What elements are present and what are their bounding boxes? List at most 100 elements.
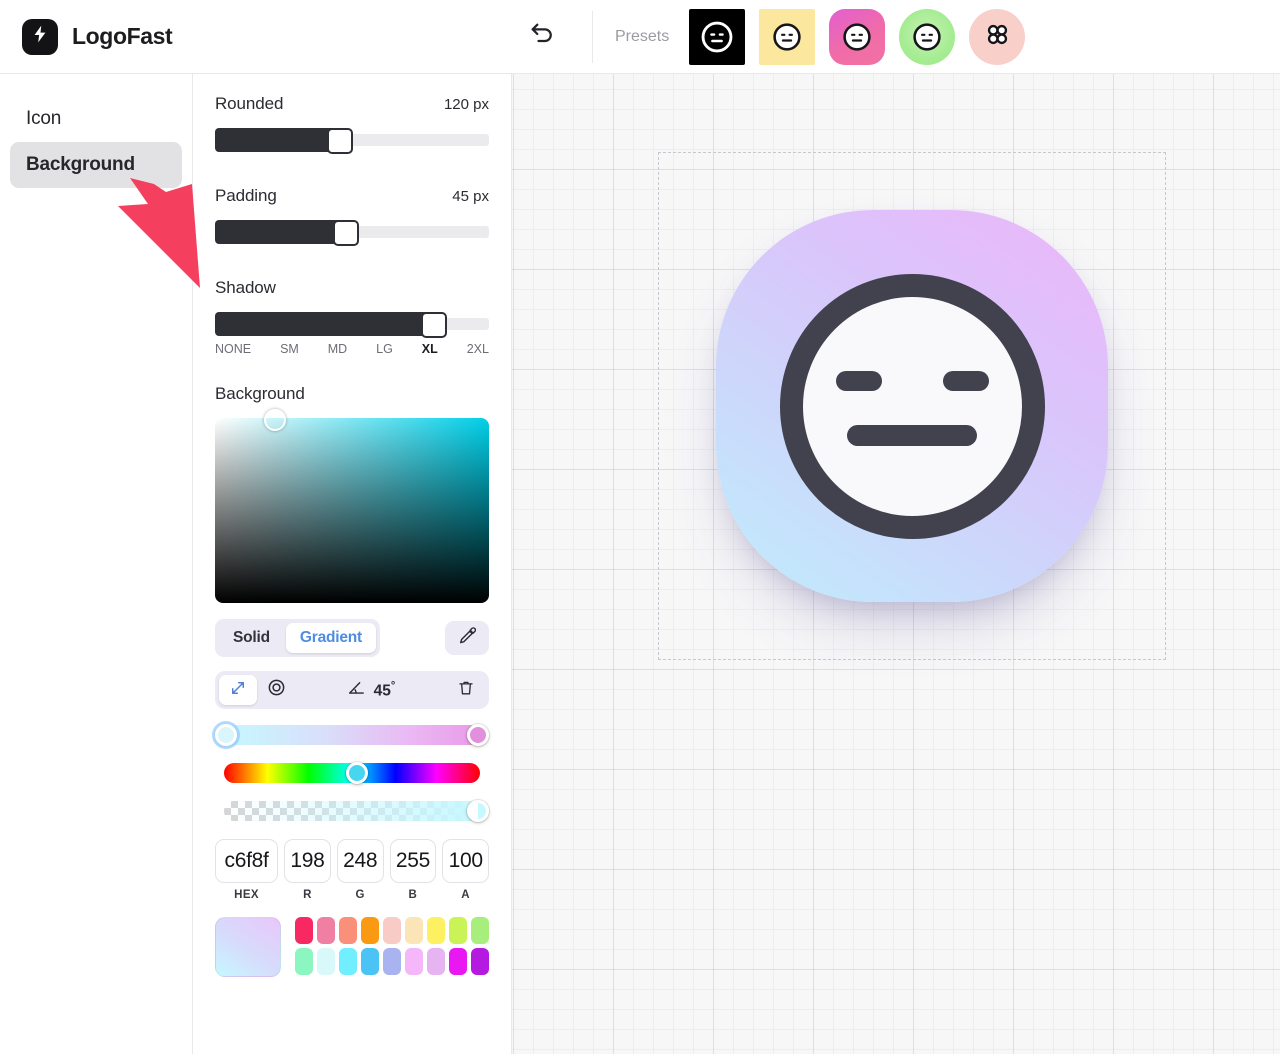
background-section-header: Background <box>215 384 489 404</box>
sidebar-item-label: Background <box>26 154 135 175</box>
gradient-tools-row: 45° <box>215 671 489 709</box>
trash-icon <box>457 679 475 702</box>
gradient-angle-control[interactable]: 45° <box>295 678 447 702</box>
rounded-slider[interactable] <box>215 128 489 154</box>
swatch[interactable] <box>427 948 445 975</box>
slider-thumb[interactable] <box>327 128 354 154</box>
swatch[interactable] <box>295 917 313 944</box>
hue-slider[interactable] <box>215 762 489 784</box>
preset-black-square[interactable] <box>689 8 746 65</box>
undo-arrow-icon <box>528 20 556 53</box>
alpha-slider[interactable] <box>215 800 489 822</box>
swatch[interactable] <box>339 917 357 944</box>
gradient-stops-bar[interactable] <box>224 725 480 745</box>
alpha-handle[interactable] <box>467 800 489 822</box>
radial-gradient-icon <box>267 678 286 702</box>
preset-yellow-square[interactable] <box>759 8 816 65</box>
slider-thumb[interactable] <box>332 220 359 246</box>
current-color-preview[interactable] <box>215 917 281 977</box>
swatches-row <box>215 917 489 977</box>
padding-slider[interactable] <box>215 220 489 246</box>
right-eye <box>942 370 989 391</box>
background-label: Background <box>215 384 305 403</box>
presets-row <box>689 8 1026 65</box>
top-bar: LogoFast Presets <box>0 0 1280 74</box>
alpha-bar[interactable] <box>224 801 480 821</box>
green-caption: G <box>355 889 365 901</box>
eyedropper-button[interactable] <box>445 621 489 655</box>
alpha-caption: A <box>461 889 470 901</box>
shadow-label: Shadow <box>215 278 276 297</box>
preset-pink-circle-flower[interactable] <box>969 8 1026 65</box>
shadow-tick-xl[interactable]: XL <box>422 342 438 356</box>
shadow-control-header: Shadow <box>215 278 489 298</box>
saturation-value-handle[interactable] <box>264 408 287 431</box>
slider-thumb[interactable] <box>420 312 447 338</box>
alpha-field-group: 100 A <box>442 839 490 901</box>
swatch[interactable] <box>471 948 489 975</box>
shadow-tick-lg[interactable]: LG <box>376 342 393 356</box>
preview-canvas[interactable] <box>512 74 1280 1054</box>
shadow-slider[interactable] <box>215 312 489 338</box>
swatch[interactable] <box>449 948 467 975</box>
shadow-tick-sm[interactable]: SM <box>280 342 299 356</box>
swatch[interactable] <box>295 948 313 975</box>
red-input[interactable]: 198 <box>284 839 331 883</box>
angle-icon <box>347 678 366 702</box>
left-sidebar: Icon Background <box>0 74 193 1054</box>
preset-pink-squircle[interactable] <box>829 8 886 65</box>
swatch-grid <box>295 917 489 977</box>
gradient-mode-button[interactable]: Gradient <box>285 623 377 653</box>
left-eye <box>835 370 882 391</box>
swatch[interactable] <box>427 917 445 944</box>
solid-mode-button[interactable]: Solid <box>219 623 284 653</box>
swatch[interactable] <box>471 917 489 944</box>
saturation-value-picker[interactable] <box>215 408 489 603</box>
swatch[interactable] <box>317 917 335 944</box>
swatch[interactable] <box>317 948 335 975</box>
shadow-tick-md[interactable]: MD <box>328 342 347 356</box>
swatch[interactable] <box>449 917 467 944</box>
swatch[interactable] <box>339 948 357 975</box>
slider-fill <box>215 312 440 336</box>
hex-input[interactable]: c6f8f <box>215 839 279 883</box>
padding-value: 45 px <box>452 188 489 205</box>
undo-button[interactable] <box>520 15 564 59</box>
logo-preview[interactable] <box>716 210 1108 602</box>
green-input[interactable]: 248 <box>336 839 384 883</box>
swatch[interactable] <box>383 917 401 944</box>
radial-gradient-button[interactable] <box>257 675 295 705</box>
shadow-tick-none[interactable]: NONE <box>215 342 251 356</box>
alpha-input[interactable]: 100 <box>442 839 490 883</box>
gradient-angle-unit: ° <box>390 679 396 692</box>
slider-fill <box>215 128 339 152</box>
swatch[interactable] <box>361 948 379 975</box>
rounded-value: 120 px <box>443 96 489 113</box>
swatch[interactable] <box>383 948 401 975</box>
linear-gradient-button[interactable] <box>219 675 257 705</box>
red-caption: R <box>303 889 312 901</box>
blue-caption: B <box>408 889 418 901</box>
brand-name: LogoFast <box>72 23 173 49</box>
lightning-bolt-icon <box>30 24 50 49</box>
swatch[interactable] <box>405 948 423 975</box>
green-field-group: 248 G <box>336 839 384 901</box>
app-logo <box>22 18 58 55</box>
gradient-stop-start[interactable] <box>215 724 237 746</box>
preset-green-circle[interactable] <box>899 8 956 65</box>
fill-mode-toggle: Solid Gradient <box>215 619 381 657</box>
shadow-tick-2xl[interactable]: 2XL <box>467 342 489 356</box>
swatch[interactable] <box>361 917 379 944</box>
hue-handle[interactable] <box>346 762 369 784</box>
rounded-label: Rounded <box>215 94 284 113</box>
color-value-fields: c6f8f HEX 198 R 248 G 255 B 100 A <box>215 839 490 901</box>
shadow-tick-labels: NONE SM MD LG XL 2XL <box>215 342 489 356</box>
swatch[interactable] <box>405 917 423 944</box>
blue-input[interactable]: 255 <box>389 839 437 883</box>
gradient-stop-end[interactable] <box>467 724 489 746</box>
sidebar-item-icon[interactable]: Icon <box>10 96 182 142</box>
sidebar-item-background[interactable]: Background <box>10 142 182 188</box>
gradient-stops-slider[interactable] <box>215 724 489 746</box>
delete-gradient-button[interactable] <box>447 675 485 705</box>
slider-fill <box>215 220 342 244</box>
